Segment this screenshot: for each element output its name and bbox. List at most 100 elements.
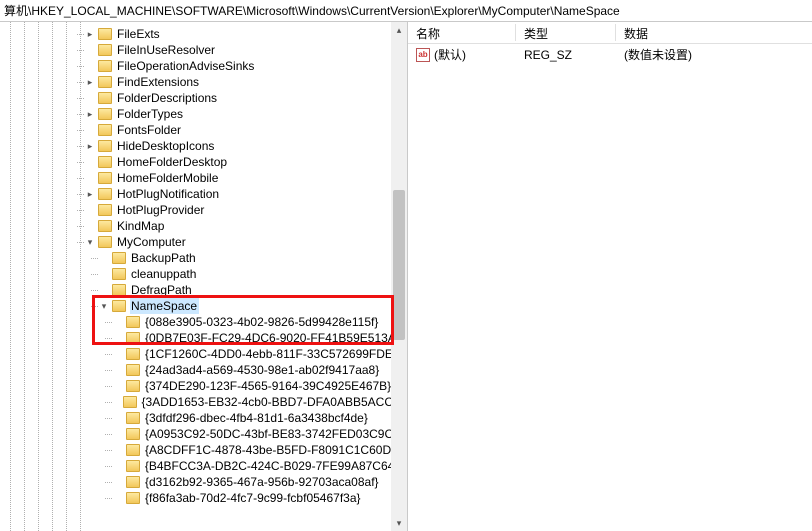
tree-spacer <box>112 460 124 472</box>
values-pane[interactable]: 名称 类型 数据 ab(默认)REG_SZ(数值未设置) <box>408 22 812 531</box>
tree-spacer <box>112 396 121 408</box>
tree-node-label: BackupPath <box>130 250 198 266</box>
tree-node-label: cleanuppath <box>130 266 198 282</box>
chevron-down-icon[interactable] <box>84 236 96 248</box>
tree-node-label: MyComputer <box>116 234 188 250</box>
tree-node[interactable]: FontsFolder <box>0 122 407 138</box>
folder-icon <box>98 204 112 216</box>
folder-icon <box>98 172 112 184</box>
tree-node[interactable]: FindExtensions <box>0 74 407 90</box>
folder-icon <box>126 364 140 376</box>
tree-node-label: {0DB7E03F-FC29-4DC6-9020-FF41B59E513A} <box>144 330 402 346</box>
tree-node-label: NameSpace <box>130 298 199 314</box>
column-header-name[interactable]: 名称 <box>408 22 516 43</box>
tree-node[interactable]: {A8CDFF1C-4878-43be-B5FD-F8091C1C60D0} <box>0 442 407 458</box>
column-header-data[interactable]: 数据 <box>616 22 812 43</box>
chevron-right-icon[interactable] <box>84 28 96 40</box>
tree-node[interactable]: NameSpace <box>0 298 407 314</box>
tree-spacer <box>98 252 110 264</box>
folder-icon <box>126 348 140 360</box>
tree-node[interactable]: DefragPath <box>0 282 407 298</box>
tree-node-label: {088e3905-0323-4b02-9826-5d99428e115f} <box>144 314 380 330</box>
tree-node[interactable]: HideDesktopIcons <box>0 138 407 154</box>
tree-node[interactable]: {0DB7E03F-FC29-4DC6-9020-FF41B59E513A} <box>0 330 407 346</box>
tree-node-label: {3ADD1653-EB32-4cb0-BBD7-DFA0ABB5ACCA} <box>141 394 407 410</box>
tree-node-label: HotPlugProvider <box>116 202 206 218</box>
tree-node-label: HomeFolderDesktop <box>116 154 229 170</box>
tree-node-label: HideDesktopIcons <box>116 138 216 154</box>
folder-icon <box>126 316 140 328</box>
tree-node[interactable]: {374DE290-123F-4565-9164-39C4925E467B} <box>0 378 407 394</box>
tree-node-label: FileExts <box>116 26 162 42</box>
folder-icon <box>98 108 112 120</box>
tree-node[interactable]: HomeFolderMobile <box>0 170 407 186</box>
tree-node[interactable]: KindMap <box>0 218 407 234</box>
folder-icon <box>98 76 112 88</box>
tree-spacer <box>112 444 124 456</box>
tree-node-label: FindExtensions <box>116 74 201 90</box>
tree-spacer <box>98 268 110 280</box>
tree-node-label: FolderTypes <box>116 106 185 122</box>
chevron-right-icon[interactable] <box>84 140 96 152</box>
folder-icon <box>98 124 112 136</box>
column-header-type[interactable]: 类型 <box>516 22 616 43</box>
folder-icon <box>126 332 140 344</box>
tree-node[interactable]: {088e3905-0323-4b02-9826-5d99428e115f} <box>0 314 407 330</box>
tree-node[interactable]: {1CF1260C-4DD0-4ebb-811F-33C572699FDE} <box>0 346 407 362</box>
tree-scrollbar[interactable]: ▴ ▾ <box>391 22 407 531</box>
tree-spacer <box>98 284 110 296</box>
tree-spacer <box>84 124 96 136</box>
tree-node-label: FontsFolder <box>116 122 183 138</box>
tree-node[interactable]: BackupPath <box>0 250 407 266</box>
folder-icon <box>98 60 112 72</box>
folder-icon <box>98 44 112 56</box>
value-name: (默认) <box>434 46 466 64</box>
tree-node-label: {3dfdf296-dbec-4fb4-81d1-6a3438bcf4de} <box>144 410 370 426</box>
tree-node[interactable]: cleanuppath <box>0 266 407 282</box>
tree-node[interactable]: {24ad3ad4-a569-4530-98e1-ab02f9417aa8} <box>0 362 407 378</box>
tree-node-label: HomeFolderMobile <box>116 170 220 186</box>
tree-pane[interactable]: FileExtsFileInUseResolverFileOperationAd… <box>0 22 408 531</box>
tree-node-label: HotPlugNotification <box>116 186 221 202</box>
chevron-right-icon[interactable] <box>84 76 96 88</box>
tree-spacer <box>112 476 124 488</box>
tree-node[interactable]: MyComputer <box>0 234 407 250</box>
chevron-right-icon[interactable] <box>84 188 96 200</box>
scroll-thumb[interactable] <box>393 190 405 340</box>
tree-node[interactable]: {A0953C92-50DC-43bf-BE83-3742FED03C9C} <box>0 426 407 442</box>
tree-node[interactable]: {3ADD1653-EB32-4cb0-BBD7-DFA0ABB5ACCA} <box>0 394 407 410</box>
tree-node[interactable]: FileExts <box>0 26 407 42</box>
tree-node[interactable]: HotPlugNotification <box>0 186 407 202</box>
folder-icon <box>98 28 112 40</box>
tree-node[interactable]: FolderTypes <box>0 106 407 122</box>
tree-node[interactable]: FileOperationAdviseSinks <box>0 58 407 74</box>
scroll-up-button[interactable]: ▴ <box>391 22 407 38</box>
tree-node-label: {1CF1260C-4DD0-4ebb-811F-33C572699FDE} <box>144 346 399 362</box>
value-row[interactable]: ab(默认)REG_SZ(数值未设置) <box>408 46 812 64</box>
tree-node[interactable]: FolderDescriptions <box>0 90 407 106</box>
chevron-right-icon[interactable] <box>84 108 96 120</box>
folder-icon <box>112 284 126 296</box>
registry-editor-window: 算机\HKEY_LOCAL_MACHINE\SOFTWARE\Microsoft… <box>0 0 812 531</box>
folder-icon <box>98 220 112 232</box>
tree-node-label: DefragPath <box>130 282 194 298</box>
tree-node-label: KindMap <box>116 218 166 234</box>
chevron-down-icon[interactable] <box>98 300 110 312</box>
tree-node[interactable]: {d3162b92-9365-467a-956b-92703aca08af} <box>0 474 407 490</box>
folder-icon <box>98 156 112 168</box>
tree-node[interactable]: {f86fa3ab-70d2-4fc7-9c99-fcbf05467f3a} <box>0 490 407 506</box>
folder-icon <box>112 268 126 280</box>
tree-spacer <box>84 204 96 216</box>
scroll-down-button[interactable]: ▾ <box>391 515 407 531</box>
tree-node[interactable]: HomeFolderDesktop <box>0 154 407 170</box>
tree-spacer <box>112 332 124 344</box>
string-value-icon: ab <box>416 48 430 62</box>
address-bar[interactable]: 算机\HKEY_LOCAL_MACHINE\SOFTWARE\Microsoft… <box>0 0 812 22</box>
tree-node[interactable]: {3dfdf296-dbec-4fb4-81d1-6a3438bcf4de} <box>0 410 407 426</box>
tree-node[interactable]: HotPlugProvider <box>0 202 407 218</box>
folder-icon <box>126 380 140 392</box>
folder-icon <box>98 92 112 104</box>
tree-spacer <box>112 316 124 328</box>
tree-node[interactable]: FileInUseResolver <box>0 42 407 58</box>
tree-node[interactable]: {B4BFCC3A-DB2C-424C-B029-7FE99A87C641} <box>0 458 407 474</box>
